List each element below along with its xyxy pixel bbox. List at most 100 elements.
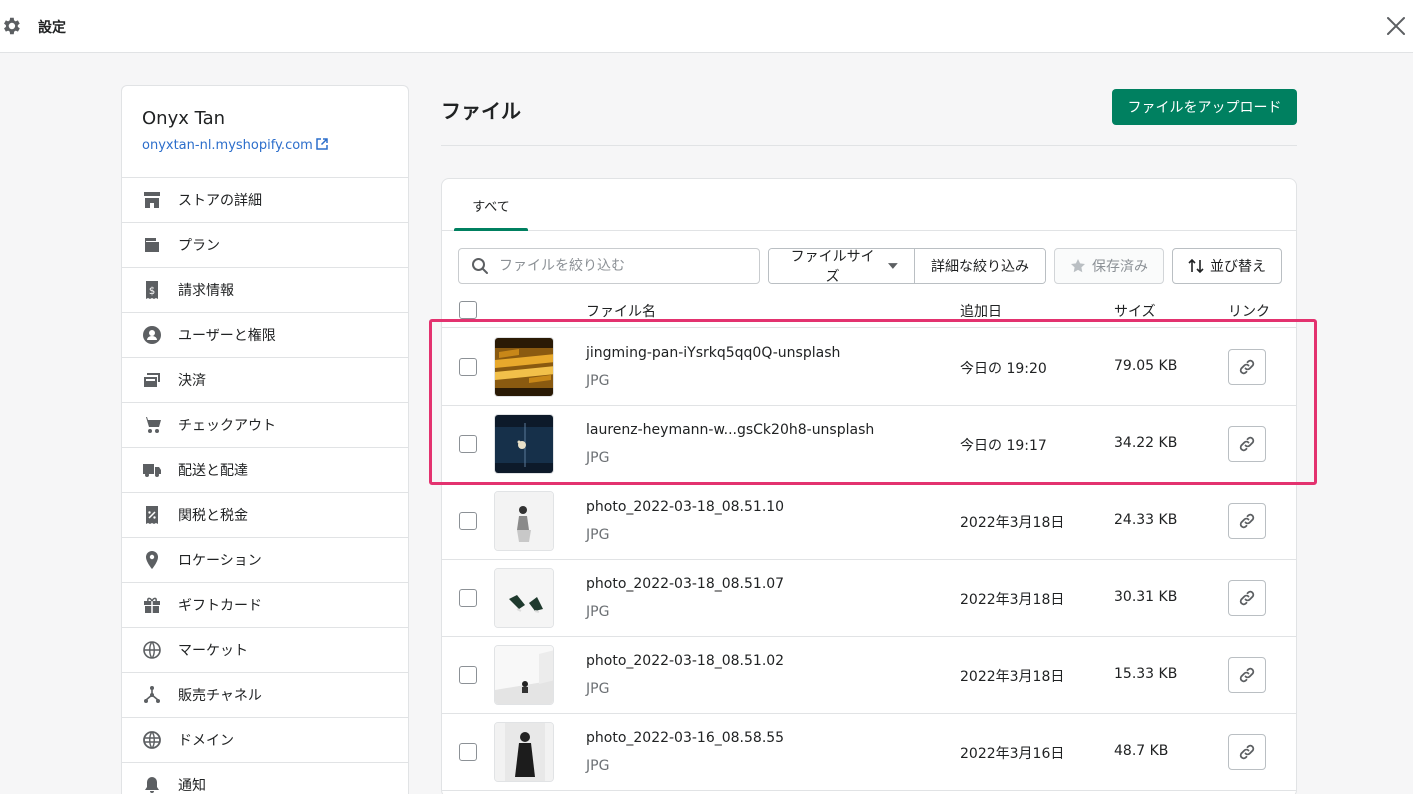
column-date: 追加日: [960, 304, 1002, 320]
file-date: 2022年3月18日: [960, 669, 1065, 685]
row-checkbox[interactable]: [459, 358, 477, 376]
copy-link-button[interactable]: [1228, 426, 1266, 462]
sidebar-item-users[interactable]: ユーザーと権限: [122, 313, 408, 358]
sidebar-item-label: ギフトカード: [178, 598, 262, 614]
link-icon: [1239, 359, 1255, 375]
row-checkbox[interactable]: [459, 743, 477, 761]
sidebar-item-taxes[interactable]: 関税と税金: [122, 493, 408, 538]
sidebar-item-store-details[interactable]: ストアの詳細: [122, 178, 408, 223]
caret-down-icon: [888, 263, 898, 269]
sidebar-item-label: ユーザーと権限: [178, 328, 276, 344]
row-checkbox[interactable]: [459, 589, 477, 607]
copy-link-button[interactable]: [1228, 503, 1266, 539]
sidebar-item-sales-channels[interactable]: 販売チャネル: [122, 673, 408, 718]
sidebar-item-label: ドメイン: [178, 733, 234, 749]
copy-link-button[interactable]: [1228, 657, 1266, 693]
table-row[interactable]: jingming-pan-iYsrkq5qq0Q-unsplash JPG 今日…: [442, 329, 1296, 406]
copy-link-button[interactable]: [1228, 349, 1266, 385]
person-black-dress-image: [494, 722, 554, 782]
file-size-filter-button[interactable]: ファイルサイズ: [769, 249, 915, 283]
sidebar-item-locations[interactable]: ロケーション: [122, 538, 408, 583]
column-size: サイズ: [1114, 304, 1156, 320]
search-field: [458, 248, 760, 284]
row-checkbox[interactable]: [459, 666, 477, 684]
file-name: laurenz-heymann-w...gsCk20h8-unsplash: [586, 422, 875, 438]
link-icon: [1239, 513, 1255, 529]
row-checkbox[interactable]: [459, 435, 477, 453]
upload-file-button[interactable]: ファイルをアップロード: [1112, 89, 1297, 125]
sort-button[interactable]: 並び替え: [1172, 248, 1282, 284]
more-filters-button[interactable]: 詳細な絞り込み: [915, 249, 1045, 283]
file-size: 15.33 KB: [1114, 666, 1178, 682]
sidebar-item-domains[interactable]: ドメイン: [122, 718, 408, 763]
sidebar-item-shipping[interactable]: 配送と配達: [122, 448, 408, 493]
cart-icon: [142, 415, 162, 435]
table-header: ファイル名 追加日 サイズ リンク: [442, 292, 1296, 328]
table-row[interactable]: photo_2022-03-18_08.51.07 JPG 2022年3月18日…: [442, 560, 1296, 637]
link-icon: [1239, 436, 1255, 452]
sidebar-item-label: 請求情報: [178, 283, 234, 299]
domain-icon: [142, 730, 162, 750]
file-date: 今日の 19:17: [960, 438, 1047, 454]
table-row[interactable]: photo_2022-03-16_08.58.55 JPG 2022年3月16日…: [442, 714, 1296, 791]
person-sitting-image: [494, 491, 554, 551]
file-name: photo_2022-03-18_08.51.07: [586, 576, 785, 592]
table-row[interactable]: photo_2022-03-18_08.51.02 JPG 2022年3月18日…: [442, 637, 1296, 714]
store-url-link[interactable]: onyxtan-nl.myshopify.com: [142, 138, 328, 153]
sidebar-item-notifications[interactable]: 通知: [122, 763, 408, 794]
sidebar-item-label: ストアの詳細: [178, 193, 262, 209]
file-type: JPG: [586, 373, 610, 389]
column-name: ファイル名: [586, 304, 656, 320]
gift-icon: [142, 595, 162, 615]
sidebar-item-label: 販売チャネル: [178, 688, 262, 704]
sidebar-item-payments[interactable]: 決済: [122, 358, 408, 403]
table-row[interactable]: photo_2022-03-18_08.51.10 JPG 2022年3月18日…: [442, 483, 1296, 560]
globe-icon: [142, 640, 162, 660]
copy-link-button[interactable]: [1228, 580, 1266, 616]
page-title: ファイル: [441, 99, 521, 123]
tab-all[interactable]: すべて: [454, 179, 528, 231]
store-icon: [142, 190, 162, 210]
copy-link-button[interactable]: [1228, 734, 1266, 770]
file-size: 79.05 KB: [1114, 358, 1178, 374]
file-size: 48.7 KB: [1114, 743, 1169, 759]
truck-icon: [142, 460, 162, 480]
file-size: 30.31 KB: [1114, 589, 1178, 605]
person-white-room-image: [494, 645, 554, 705]
sidebar-item-gift-cards[interactable]: ギフトカード: [122, 583, 408, 628]
row-checkbox[interactable]: [459, 512, 477, 530]
sidebar-item-label: チェックアウト: [178, 418, 276, 434]
store-url-text: onyxtan-nl.myshopify.com: [142, 138, 313, 153]
user-icon: [142, 325, 162, 345]
sidebar-item-checkout[interactable]: チェックアウト: [122, 403, 408, 448]
billing-icon: $: [142, 280, 162, 300]
tab-label: すべて: [472, 199, 510, 215]
tax-icon: [142, 505, 162, 525]
file-date: 2022年3月18日: [960, 515, 1065, 531]
table-row[interactable]: laurenz-heymann-w...gsCk20h8-unsplash JP…: [442, 406, 1296, 483]
sidebar-item-label: プラン: [178, 238, 220, 254]
bell-icon: [142, 775, 162, 794]
sidebar-item-label: マーケット: [178, 643, 248, 659]
sidebar-item-billing[interactable]: $ 請求情報: [122, 268, 408, 313]
file-date: 2022年3月18日: [960, 592, 1065, 608]
search-input[interactable]: [499, 258, 739, 274]
tab-underline: [454, 228, 528, 231]
store-header: Onyx Tan onyxtan-nl.myshopify.com: [122, 86, 408, 178]
link-icon: [1239, 667, 1255, 683]
file-type: JPG: [586, 681, 610, 697]
sidebar-item-plan[interactable]: プラン: [122, 223, 408, 268]
file-type: JPG: [586, 527, 610, 543]
sidebar-item-markets[interactable]: マーケット: [122, 628, 408, 673]
select-all-checkbox[interactable]: [459, 301, 477, 319]
sneakers-image: [494, 568, 554, 628]
file-name: photo_2022-03-18_08.51.10: [586, 499, 785, 515]
svg-text:$: $: [149, 286, 155, 297]
settings-sidebar: Onyx Tan onyxtan-nl.myshopify.com ストアの詳細…: [121, 85, 409, 794]
filter-size-label: ファイルサイズ: [790, 249, 875, 284]
tabs: すべて: [442, 179, 1296, 231]
divider: [441, 145, 1297, 146]
file-name: photo_2022-03-18_08.51.02: [586, 653, 785, 669]
sidebar-item-label: 決済: [178, 373, 206, 389]
close-icon[interactable]: [1385, 15, 1407, 37]
